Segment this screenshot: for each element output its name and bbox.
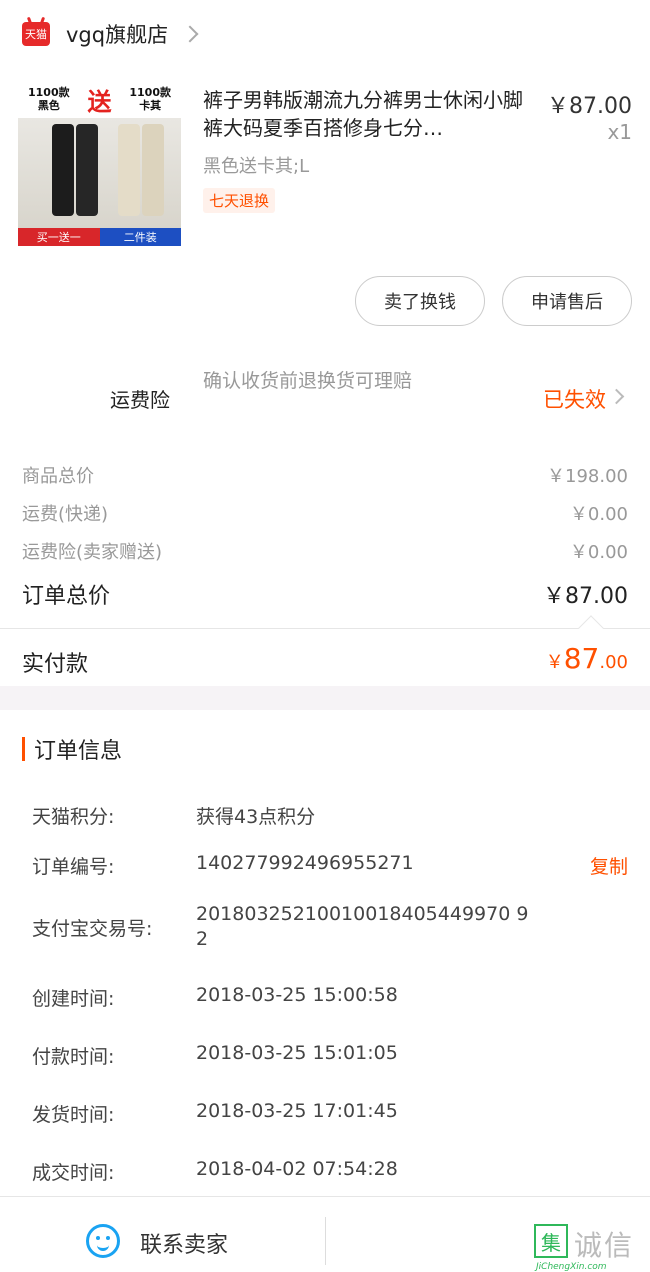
order-total-row: 订单总价 ￥87.00 — [22, 584, 628, 609]
alipay-trade-value: 20180325210010018405449970 9 2 — [196, 903, 529, 950]
created-time-label: 创建时间: — [32, 988, 115, 1010]
banner-middle: 送 — [87, 87, 112, 116]
copy-order-number-button[interactable]: 复制 — [590, 852, 628, 879]
product-quantity: x1 — [607, 120, 632, 144]
contact-seller-button[interactable]: 联系卖家 — [0, 1197, 325, 1272]
points-label: 天猫积分: — [32, 806, 115, 828]
section-gap — [0, 686, 650, 710]
summary-goods-total: 商品总价 ￥198.00 — [22, 466, 628, 487]
contact-seller-label: 联系卖家 — [140, 1233, 229, 1258]
accent-bar — [22, 737, 25, 761]
store-name[interactable]: vgq旗舰店 — [66, 19, 168, 49]
insurance-desc: 确认收货前退换货可理赔 — [203, 370, 413, 392]
chat-icon — [86, 1224, 120, 1258]
product-card[interactable]: 1100款 黑色 送 1100款 卡其 买一送一 二件装 裤子男韩版潮流九分裤男… — [0, 80, 650, 250]
banner-left: 1100款 黑色 — [28, 86, 70, 112]
insurance-label: 运费险 — [110, 388, 170, 412]
product-thumbnail[interactable]: 1100款 黑色 送 1100款 卡其 买一送一 二件装 — [18, 80, 181, 246]
insurance-status: 已失效 — [543, 388, 606, 412]
chevron-right-icon — [181, 25, 199, 43]
order-number-value: 140277992496955271 — [196, 852, 414, 874]
chevron-right-icon — [608, 388, 625, 405]
alipay-trade-label: 支付宝交易号: — [32, 918, 153, 940]
paid-time-value: 2018-03-25 15:01:05 — [196, 1042, 398, 1064]
store-header[interactable]: 天猫 vgq旗舰店 — [0, 0, 650, 68]
watermark-logo: 集 诚信 JiChengXin.com — [534, 1222, 650, 1272]
footer-divider — [325, 1217, 326, 1265]
paid-label: 实付款 — [22, 652, 89, 677]
summary-shipping: 运费(快递) ￥0.00 — [22, 504, 628, 525]
created-time-value: 2018-03-25 15:00:58 — [196, 984, 398, 1006]
paid-amount: ￥87.00 — [545, 642, 628, 675]
paid-row: 实付款 ￥87.00 — [0, 636, 650, 686]
shipping-insurance-row[interactable]: 运费险 确认收货前退换货可理赔 已失效 — [0, 364, 650, 434]
completed-time-value: 2018-04-02 07:54:28 — [196, 1158, 398, 1180]
return-policy-tag: 七天退换 — [203, 188, 276, 213]
tmall-logo-icon: 天猫 — [22, 22, 50, 46]
thumbnail-footer: 买一送一 二件装 — [18, 228, 181, 246]
product-photo — [18, 118, 181, 228]
product-title[interactable]: 裤子男韩版潮流九分裤男士休闲小脚裤大码夏季百搭修身七分… — [203, 86, 533, 142]
product-sku: 黑色送卡其;L — [203, 156, 310, 177]
summary-insurance: 运费险(卖家赠送) ￥0.00 — [22, 542, 628, 563]
points-value: 获得43点积分 — [196, 806, 316, 828]
divider — [0, 628, 650, 629]
thumbnail-banner: 1100款 黑色 送 1100款 卡其 — [18, 80, 181, 118]
after-sale-button[interactable]: 申请售后 — [502, 276, 632, 326]
shipped-time-value: 2018-03-25 17:01:45 — [196, 1100, 398, 1122]
banner-right: 1100款 卡其 — [129, 86, 171, 112]
sell-button[interactable]: 卖了换钱 — [355, 276, 485, 326]
paid-time-label: 付款时间: — [32, 1046, 115, 1068]
order-number-label: 订单编号: — [32, 856, 115, 878]
completed-time-label: 成交时间: — [32, 1162, 115, 1184]
product-price: ￥87.00 — [547, 94, 632, 119]
order-info-header: 订单信息 — [22, 734, 122, 764]
order-info-title: 订单信息 — [34, 739, 123, 764]
shipped-time-label: 发货时间: — [32, 1104, 115, 1126]
